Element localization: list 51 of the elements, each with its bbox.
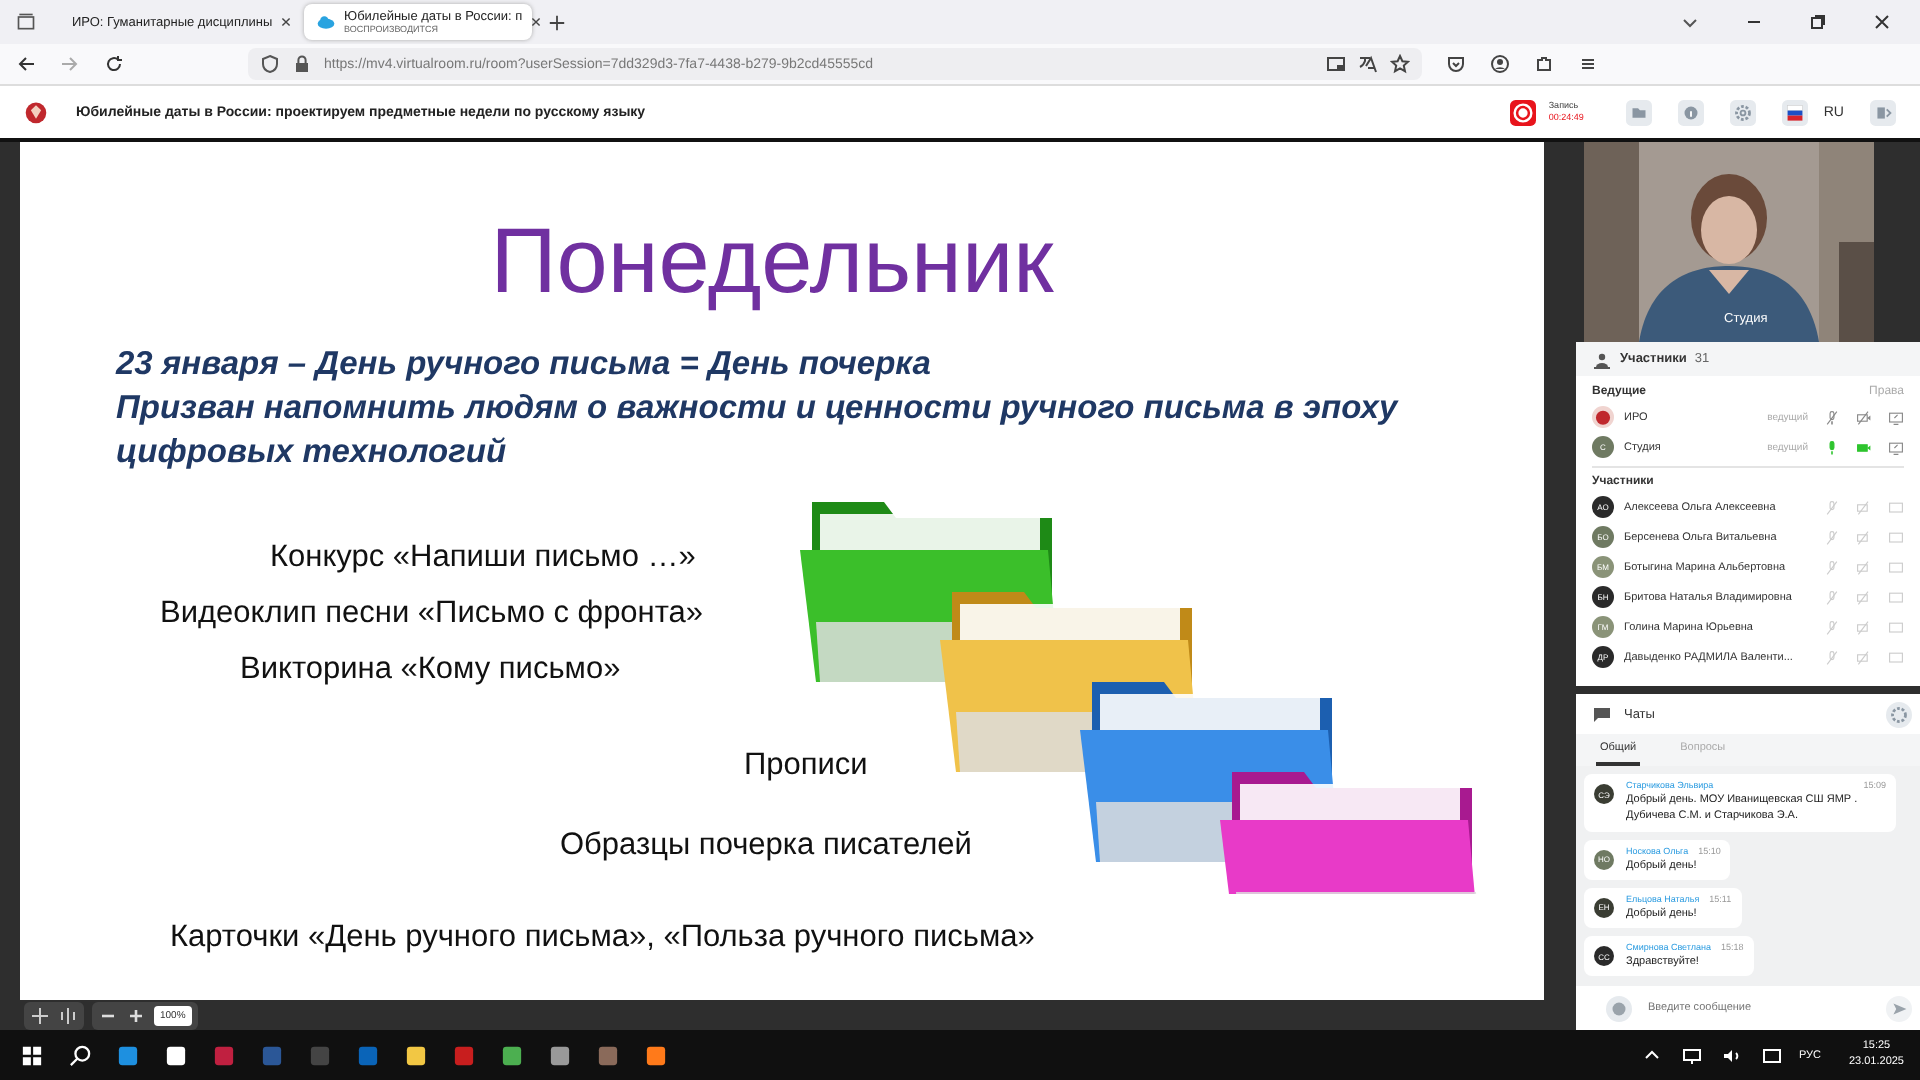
notification-icon[interactable]	[1762, 1045, 1783, 1065]
screen-share-icon[interactable]	[1888, 409, 1904, 425]
extensions-icon[interactable]	[1534, 54, 1554, 74]
close-icon[interactable]	[530, 16, 543, 28]
slide-heading: Призван напомнить людям о важности и ценности ручного письма в эпоху	[116, 388, 1401, 430]
back-icon[interactable]	[16, 54, 36, 74]
flag-icon[interactable]	[1781, 99, 1808, 125]
close-icon[interactable]	[1872, 12, 1892, 32]
new-tab-icon[interactable]	[548, 13, 566, 31]
microphone-off-icon[interactable]	[1824, 409, 1840, 425]
chat-icon	[1592, 704, 1612, 724]
settings-icon[interactable]	[1729, 99, 1756, 125]
logo-icon	[24, 100, 48, 124]
slide-list-item: Карточки «День ручного письма», «Польза ручного письма»	[170, 920, 1035, 954]
zoom-in-icon[interactable]	[126, 1005, 146, 1025]
avatar-logo-icon	[1592, 406, 1614, 428]
slide-heading: 23 января – День ручного письма = День почерка	[116, 344, 933, 386]
move-icon[interactable]	[30, 1005, 50, 1025]
network-icon[interactable]	[1682, 1045, 1703, 1065]
forward-icon[interactable]	[60, 54, 80, 74]
record-icon[interactable]	[1510, 99, 1537, 125]
translate-icon[interactable]	[1358, 54, 1378, 74]
slide-list-item: Конкурс «Напиши письмо …»	[270, 540, 696, 574]
slide-list-item: Прописи	[744, 748, 868, 782]
close-icon[interactable]	[280, 16, 293, 28]
lock-icon	[292, 54, 312, 74]
tab-list-icon[interactable]	[16, 12, 36, 32]
screen-share-icon[interactable]	[1888, 439, 1904, 455]
camera-off-icon[interactable]	[1856, 409, 1872, 425]
menu-icon[interactable]	[1578, 54, 1598, 74]
folder-icon[interactable]	[1625, 99, 1652, 125]
account-icon[interactable]	[1490, 54, 1510, 74]
picture-in-picture-icon[interactable]	[1326, 54, 1346, 74]
shield-icon	[260, 54, 280, 74]
restore-icon[interactable]	[1808, 12, 1828, 32]
camera-icon[interactable]	[1856, 439, 1872, 455]
info-icon[interactable]	[1677, 99, 1704, 125]
slide-title: Понедельник	[488, 206, 1056, 306]
exit-icon[interactable]	[1870, 99, 1896, 125]
reload-icon[interactable]	[104, 54, 124, 74]
fit-icon[interactable]	[58, 1005, 78, 1025]
settings-icon[interactable]	[1886, 701, 1912, 727]
star-icon[interactable]	[1390, 54, 1410, 74]
slide-list-item: Видеоклип песни «Письмо с фронта»	[160, 596, 704, 630]
slide-heading: цифровых технологий	[116, 432, 509, 474]
cloud-icon	[316, 12, 336, 32]
slide-list-item: Викторина «Кому письмо»	[240, 652, 621, 686]
pocket-icon[interactable]	[1446, 54, 1466, 74]
volume-icon[interactable]	[1722, 1045, 1743, 1065]
send-icon[interactable]	[1886, 995, 1912, 1021]
slide-list-item: Образцы почерка писателей	[560, 828, 972, 862]
